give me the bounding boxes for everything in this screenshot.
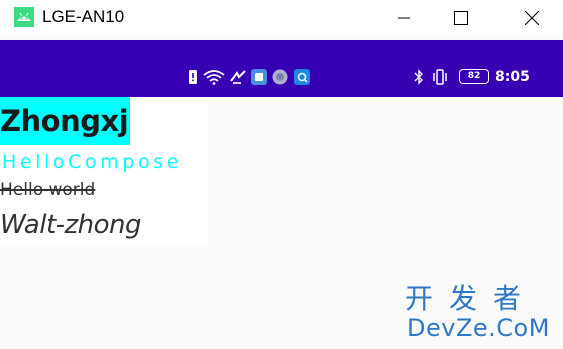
- signal-icon: [230, 70, 246, 84]
- battery-level: 82: [467, 71, 481, 81]
- maximize-icon: [454, 11, 468, 25]
- minimize-button[interactable]: [381, 0, 427, 36]
- maximize-button[interactable]: [438, 0, 484, 36]
- app-window: LGE-AN10 82 8:05 Zhongxj HelloCompose He…: [0, 0, 563, 349]
- watermark-top: 开发者: [405, 282, 538, 315]
- close-icon: [525, 11, 539, 25]
- window-title: LGE-AN10: [42, 7, 125, 26]
- notification-icon: [189, 70, 197, 84]
- android-app-icon: [14, 7, 34, 27]
- text-hellocompose: HelloCompose: [2, 151, 183, 173]
- status-time: 8:05: [495, 69, 530, 85]
- text-hello-world: Hello world: [0, 180, 96, 200]
- close-button[interactable]: [509, 0, 555, 36]
- wifi-icon: [203, 70, 225, 85]
- text-walt-zhong: Walt-zhong: [0, 210, 142, 240]
- app-icon: [251, 69, 267, 85]
- app-icon: [272, 69, 288, 85]
- vibrate-icon: [433, 69, 447, 85]
- minimize-icon: [398, 17, 410, 19]
- watermark-bottom: DevZe.CoM: [407, 314, 550, 342]
- text-zhongxj: Zhongxj: [0, 97, 131, 145]
- battery-icon: 82: [459, 69, 489, 84]
- window-titlebar[interactable]: LGE-AN10: [0, 0, 563, 36]
- bluetooth-icon: [414, 69, 423, 85]
- status-bar: 82 8:05: [0, 40, 563, 97]
- content-area: Zhongxj HelloCompose Hello world Walt-zh…: [0, 97, 208, 245]
- app-icon: [294, 69, 310, 85]
